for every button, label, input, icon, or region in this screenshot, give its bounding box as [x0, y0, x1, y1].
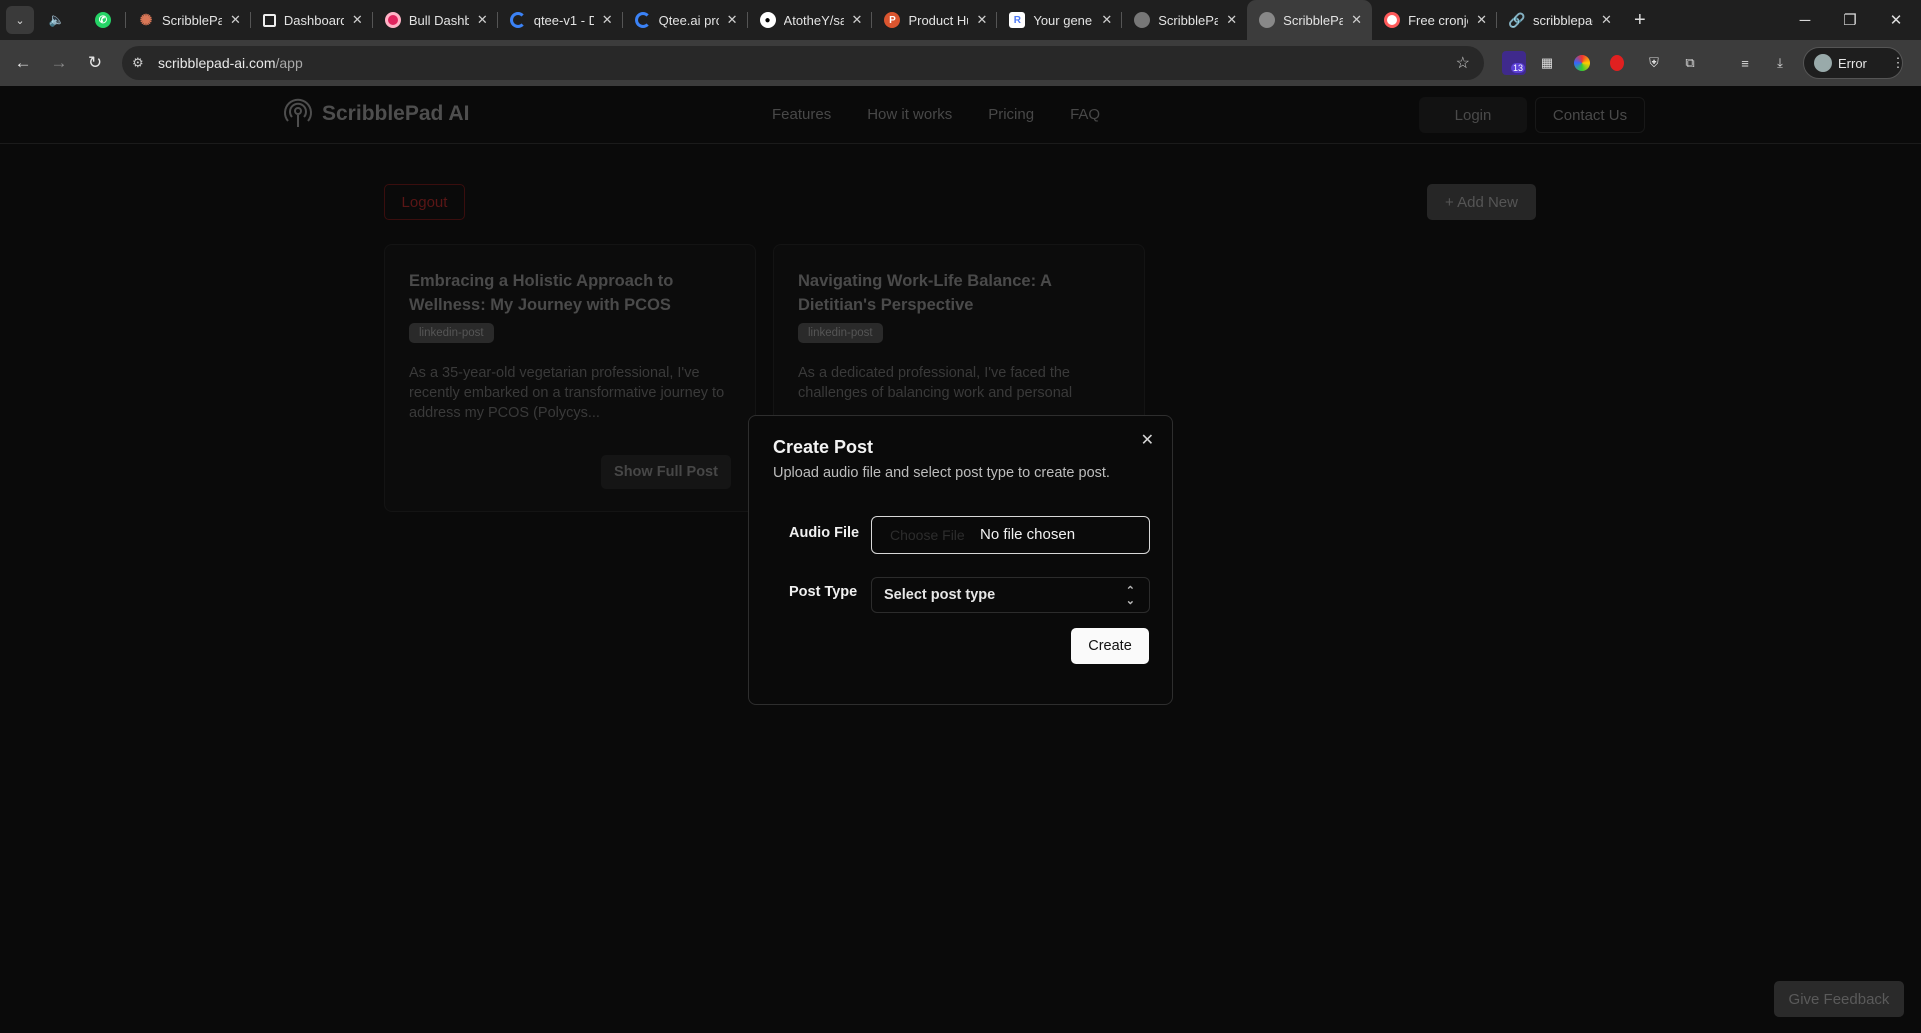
browser-tab-pinned-audio[interactable]: 🔈	[34, 0, 80, 40]
browser-tab[interactable]: P Product Hu ✕	[872, 0, 998, 40]
create-post-dialog: ✕ Create Post Upload audio file and sele…	[748, 415, 1173, 705]
browser-tab[interactable]: R Your gener ✕	[997, 0, 1123, 40]
nav-link-how-it-works[interactable]: How it works	[867, 106, 952, 123]
qtee-icon	[634, 12, 651, 28]
extensions-puzzle-icon[interactable]: ⧉	[1678, 51, 1702, 75]
nav-link-pricing[interactable]: Pricing	[988, 106, 1034, 123]
browser-tab[interactable]: Free cronjo ✕	[1372, 0, 1497, 40]
page-content: ScribblePad AI Features How it works Pri…	[0, 86, 1921, 1033]
tab-search-button[interactable]: ⌄	[6, 6, 34, 34]
post-type-badge: linkedin-post	[409, 323, 494, 343]
close-window-icon[interactable]: ✕	[1873, 0, 1919, 40]
extension-badge-icon[interactable]: 13	[1502, 51, 1526, 75]
browser-tab[interactable]: Bull Dashboard ✕	[373, 0, 498, 40]
login-button[interactable]: Login	[1419, 97, 1527, 133]
close-tab-icon[interactable]: ✕	[1601, 12, 1612, 28]
cronjob-icon	[1384, 12, 1401, 28]
browser-tab[interactable]: qtee-v1 - D ✕	[498, 0, 623, 40]
main-nav: Features How it works Pricing FAQ	[772, 106, 1136, 123]
dashboard-icon	[262, 13, 276, 27]
close-tab-icon[interactable]: ✕	[1101, 12, 1112, 28]
close-tab-icon[interactable]: ✕	[1351, 12, 1362, 28]
browser-tab[interactable]: Dashboard ✕	[251, 0, 373, 40]
post-type-label: Post Type	[789, 584, 858, 600]
audio-file-input[interactable]: Choose File No file chosen	[871, 516, 1150, 554]
close-tab-icon[interactable]: ✕	[230, 12, 241, 28]
close-tab-icon[interactable]: ✕	[1476, 12, 1487, 28]
create-button[interactable]: Create	[1071, 628, 1149, 664]
browser-tab[interactable]: Qtee.ai proj ✕	[623, 0, 748, 40]
dialog-description: Upload audio file and select post type t…	[773, 465, 1110, 481]
scribblepad-icon	[1259, 12, 1276, 28]
link-icon: 🔗	[1508, 11, 1526, 28]
qtee-icon	[509, 12, 526, 28]
close-icon[interactable]: ✕	[1141, 430, 1154, 450]
close-tab-icon[interactable]: ✕	[352, 12, 363, 28]
extension-red-icon[interactable]	[1605, 51, 1629, 75]
close-tab-icon[interactable]: ✕	[727, 12, 738, 28]
chevron-up-down-icon: ⌃ ⌄	[1125, 585, 1135, 607]
podcast-icon	[284, 98, 312, 127]
site-header: ScribblePad AI Features How it works Pri…	[0, 86, 1921, 144]
post-excerpt: As a 35-year-old vegetarian professional…	[409, 365, 725, 421]
github-icon: ●	[759, 12, 776, 28]
browser-tab[interactable]: 🔗 scribblepad ✕	[1497, 0, 1622, 40]
choose-file-button[interactable]: Choose File	[890, 527, 965, 543]
new-tab-button[interactable]: +	[1622, 0, 1658, 40]
extension-color-icon[interactable]	[1570, 51, 1594, 75]
whatsapp-icon: ✆	[95, 12, 111, 28]
extension-grid-icon[interactable]: ▦	[1535, 51, 1559, 75]
dialog-title: Create Post	[773, 437, 874, 457]
browser-toolbar: ← → ↻ ⚙ scribblepad-ai.com/app ☆ 13 ▦ ⛨ …	[0, 40, 1921, 86]
browser-tab[interactable]: ✺ ScribblePad ✕	[126, 0, 251, 40]
avatar	[1814, 54, 1832, 72]
nav-link-features[interactable]: Features	[772, 106, 831, 123]
download-icon[interactable]: ⤓	[1768, 51, 1792, 75]
minimize-icon[interactable]: ─	[1782, 0, 1828, 40]
post-type-badge: linkedin-post	[798, 323, 883, 343]
nav-link-faq[interactable]: FAQ	[1070, 106, 1100, 123]
contact-us-button[interactable]: Contact Us	[1535, 97, 1645, 133]
brand-logo[interactable]: ScribblePad AI	[282, 98, 469, 130]
scribblepad-icon	[1134, 12, 1151, 28]
post-excerpt: As a dedicated professional, I've faced …	[798, 365, 1073, 401]
restore-icon[interactable]: ❐	[1827, 0, 1873, 40]
site-info-icon[interactable]: ⚙	[132, 55, 150, 71]
producthunt-icon: P	[884, 12, 901, 28]
close-tab-icon[interactable]: ✕	[1226, 12, 1237, 28]
media-queue-icon[interactable]: ≡	[1733, 51, 1757, 75]
post-title: Embracing a Holistic Approach to Wellnes…	[409, 272, 674, 314]
post-type-select[interactable]: Select post type ⌃ ⌄	[871, 577, 1150, 613]
speaker-icon: 🔈	[48, 12, 66, 27]
post-title: Navigating Work-Life Balance: A Dietitia…	[798, 272, 1052, 314]
browser-menu-icon[interactable]: ⋮	[1886, 51, 1910, 75]
claude-icon: ✺	[139, 12, 153, 29]
replit-icon: R	[1009, 12, 1026, 28]
browser-tab[interactable]: ScribblePad ✕	[1122, 0, 1247, 40]
extension-shield-icon[interactable]: ⛨	[1642, 51, 1666, 75]
browser-tab-strip: ⌄ 🔈 ✆ ✺ ScribblePad ✕ Dashboard ✕ Bull D…	[0, 0, 1921, 40]
reload-icon[interactable]: ↻	[78, 46, 112, 80]
audio-file-label: Audio File	[789, 525, 860, 541]
show-full-post-button[interactable]: Show Full Post	[601, 455, 731, 489]
browser-tab-pinned-whatsapp[interactable]: ✆	[80, 0, 126, 40]
browser-tab-active[interactable]: ScribblePad ✕	[1247, 0, 1373, 40]
forward-icon[interactable]: →	[42, 46, 76, 80]
browser-tab[interactable]: ● AtotheY/sa ✕	[748, 0, 873, 40]
post-card: Embracing a Holistic Approach to Wellnes…	[384, 244, 756, 512]
target-icon	[384, 12, 401, 28]
url-text: scribblepad-ai.com/app	[158, 55, 303, 71]
address-bar[interactable]: ⚙ scribblepad-ai.com/app ☆	[122, 46, 1484, 80]
file-status-text: No file chosen	[980, 526, 1076, 543]
give-feedback-button[interactable]: Give Feedback	[1774, 981, 1904, 1017]
logout-button[interactable]: Logout	[384, 184, 465, 220]
close-tab-icon[interactable]: ✕	[852, 12, 863, 28]
close-tab-icon[interactable]: ✕	[477, 12, 488, 28]
close-tab-icon[interactable]: ✕	[602, 12, 613, 28]
back-icon[interactable]: ←	[6, 46, 40, 80]
add-new-button[interactable]: + Add New	[1427, 184, 1536, 220]
bookmark-star-icon[interactable]: ☆	[1456, 53, 1470, 73]
close-tab-icon[interactable]: ✕	[976, 12, 987, 28]
